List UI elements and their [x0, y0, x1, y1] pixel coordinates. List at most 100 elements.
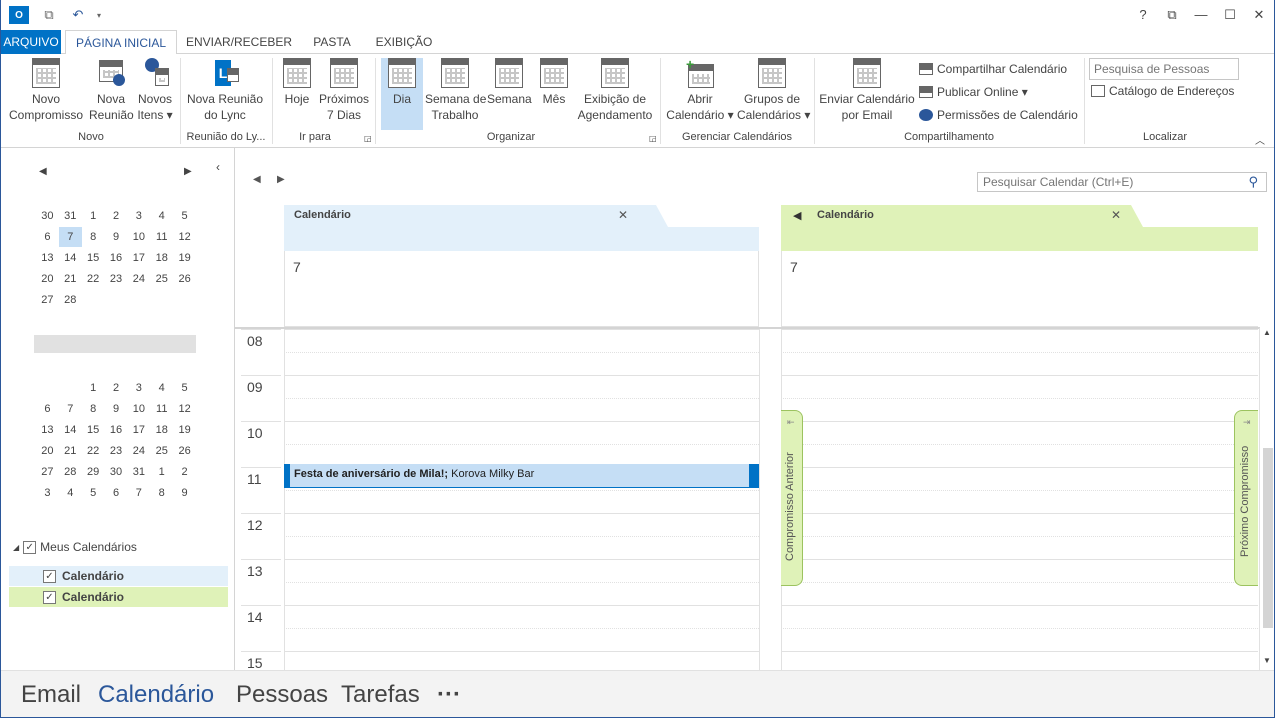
vertical-scrollbar[interactable]: ▲ ▼ — [1259, 328, 1274, 670]
outlook-logo-icon[interactable]: O — [9, 6, 29, 24]
open-calendar-button[interactable]: + Abrir Calendário ▾ — [665, 56, 735, 123]
mini-calendar-day[interactable]: 23 — [105, 269, 128, 289]
checkbox-checked-icon[interactable]: ✓ — [43, 590, 56, 604]
pane2-tab[interactable]: ◀ Calendário ✕ — [781, 205, 1258, 251]
nav-tasks[interactable]: Tarefas — [341, 681, 420, 709]
nav-email[interactable]: Email — [21, 681, 81, 709]
back-arrow-icon[interactable]: ◀ — [253, 174, 261, 185]
mini-calendar-day[interactable]: 12 — [173, 227, 196, 247]
search-people-input[interactable] — [1089, 58, 1239, 80]
mini-calendar-day[interactable]: 18 — [150, 248, 173, 268]
mini-calendar-day[interactable]: 1 — [150, 462, 173, 482]
schedule-view-button[interactable]: Exibição de Agendamento — [575, 58, 655, 123]
mini-calendar-day[interactable]: 3 — [127, 206, 150, 226]
mini-calendar-day[interactable]: 10 — [127, 399, 150, 419]
mini-calendar-day[interactable]: 1 — [82, 206, 105, 226]
mini-calendar-day[interactable]: 17 — [127, 248, 150, 268]
overlay-arrow-icon[interactable]: ◀ — [793, 209, 801, 222]
search-icon[interactable]: ⚲ — [1248, 174, 1258, 190]
forward-arrow-icon[interactable]: ▶ — [277, 174, 285, 185]
maximize-button[interactable]: ☐ — [1218, 6, 1242, 24]
nav-more-icon[interactable]: ··· — [437, 681, 461, 709]
mini-calendar-day[interactable]: 8 — [82, 399, 105, 419]
nav-people[interactable]: Pessoas — [236, 681, 328, 709]
tab-home[interactable]: PÁGINA INICIAL — [65, 30, 177, 55]
pane1-tab[interactable]: Calendário ✕ — [284, 205, 759, 251]
mini-calendar-day[interactable]: 4 — [59, 483, 82, 503]
next-month-icon[interactable]: ▶ — [184, 166, 192, 177]
mini-calendar-day[interactable]: 22 — [82, 269, 105, 289]
mini-calendar-day[interactable]: 30 — [36, 206, 59, 226]
tab-folder[interactable]: PASTA — [303, 30, 361, 54]
mini-calendar-day[interactable]: 3 — [36, 483, 59, 503]
mini-calendar-day[interactable]: 7 — [59, 399, 82, 419]
new-meeting-button[interactable]: Nova Reunião — [89, 58, 134, 123]
mini-calendar-day[interactable]: 19 — [173, 420, 196, 440]
mini-calendar-day[interactable]: 20 — [36, 441, 59, 461]
mini-calendar-day[interactable]: 24 — [127, 441, 150, 461]
mini-calendar-day[interactable]: 21 — [59, 441, 82, 461]
day-view-button[interactable]: Dia — [381, 58, 423, 130]
work-week-button[interactable]: Semana de Trabalho — [425, 58, 486, 123]
collapse-ribbon-icon[interactable]: ︿ — [1255, 132, 1265, 147]
close-pane2-icon[interactable]: ✕ — [1111, 208, 1121, 222]
collapse-pane-icon[interactable]: ‹ — [216, 160, 220, 174]
scroll-down-icon[interactable]: ▼ — [1263, 656, 1271, 665]
arrange-dialog-launcher-icon[interactable]: ◲ — [649, 134, 657, 143]
mini-calendar-day[interactable]: 10 — [127, 227, 150, 247]
minimize-button[interactable]: — — [1189, 6, 1213, 24]
mini-calendar-day[interactable]: 7 — [58, 227, 82, 247]
mini-calendar-day[interactable]: 6 — [105, 483, 128, 503]
mini-calendar-day[interactable]: 19 — [173, 248, 196, 268]
mini-calendar-day[interactable]: 31 — [59, 206, 82, 226]
mini-calendar-day[interactable]: 29 — [82, 462, 105, 482]
mini-calendar-day[interactable]: 9 — [105, 227, 128, 247]
mini-calendar-day[interactable]: 5 — [173, 378, 196, 398]
send-receive-icon[interactable]: ⧉ — [39, 6, 59, 24]
mini-calendar-day[interactable]: 25 — [150, 269, 173, 289]
mini-calendar-day[interactable]: 4 — [150, 378, 173, 398]
email-calendar-button[interactable]: Enviar Calendário por Email — [819, 58, 915, 123]
my-calendars-group[interactable]: ◢ ✓ Meus Calendários — [13, 540, 137, 554]
mini-calendar-day[interactable]: 31 — [127, 462, 150, 482]
mini-calendar-day[interactable]: 28 — [59, 462, 82, 482]
mini-calendar-day[interactable]: 2 — [105, 206, 128, 226]
calendar-folder-2[interactable]: ✓ Calendário — [9, 587, 228, 607]
mini-calendar-day[interactable]: 1 — [82, 378, 105, 398]
mini-calendar-day[interactable]: 30 — [105, 462, 128, 482]
new-items-button[interactable]: Novos Itens ▾ — [135, 58, 175, 123]
mini-calendar-day[interactable]: 27 — [36, 290, 59, 310]
mini-calendar-day[interactable]: 24 — [127, 269, 150, 289]
mini-calendar-day[interactable]: 9 — [105, 399, 128, 419]
checkbox-checked-icon[interactable]: ✓ — [43, 569, 56, 583]
mini-calendar-day[interactable]: 15 — [82, 248, 105, 268]
mini-calendar-day[interactable]: 28 — [59, 290, 82, 310]
scrollbar-thumb[interactable] — [1263, 448, 1273, 628]
calendar-search-input[interactable] — [978, 173, 1238, 191]
mini-calendar-day[interactable]: 8 — [150, 483, 173, 503]
mini-calendar-day[interactable]: 8 — [82, 227, 105, 247]
tab-send-receive[interactable]: ENVIAR/RECEBER — [183, 30, 295, 54]
mini-calendar-day[interactable]: 12 — [173, 399, 196, 419]
mini-calendar-day[interactable]: 9 — [173, 483, 196, 503]
calendar-folder-1[interactable]: ✓ Calendário — [9, 566, 228, 586]
mini-calendar-day[interactable]: 13 — [36, 420, 59, 440]
lync-meeting-button[interactable]: L Nova Reunião do Lync — [185, 58, 265, 123]
previous-appointment-tab[interactable]: ⇤ Compromisso Anterior — [781, 410, 803, 586]
tab-file[interactable]: ARQUIVO — [1, 30, 61, 54]
help-button[interactable]: ? — [1131, 6, 1155, 24]
mini-calendar-day[interactable]: 6 — [36, 227, 59, 247]
pane1-day-header[interactable]: 7 — [284, 251, 759, 327]
mini-calendar-day[interactable]: 26 — [173, 269, 196, 289]
share-calendar-button[interactable]: Compartilhar Calendário — [919, 62, 1067, 76]
mini-calendar-day[interactable]: 26 — [173, 441, 196, 461]
mini-calendar-day[interactable]: 14 — [59, 420, 82, 440]
tab-view[interactable]: EXIBIÇÃO — [369, 30, 439, 54]
mini-calendar-day[interactable]: 3 — [127, 378, 150, 398]
mini-calendar-day[interactable]: 6 — [36, 399, 59, 419]
mini-calendar-day[interactable]: 23 — [105, 441, 128, 461]
calendar-permissions-button[interactable]: Permissões de Calendário — [919, 108, 1078, 122]
nav-calendar[interactable]: Calendário — [98, 681, 214, 709]
publish-online-button[interactable]: Publicar Online ▾ — [919, 85, 1028, 99]
mini-calendar-day[interactable]: 15 — [82, 420, 105, 440]
